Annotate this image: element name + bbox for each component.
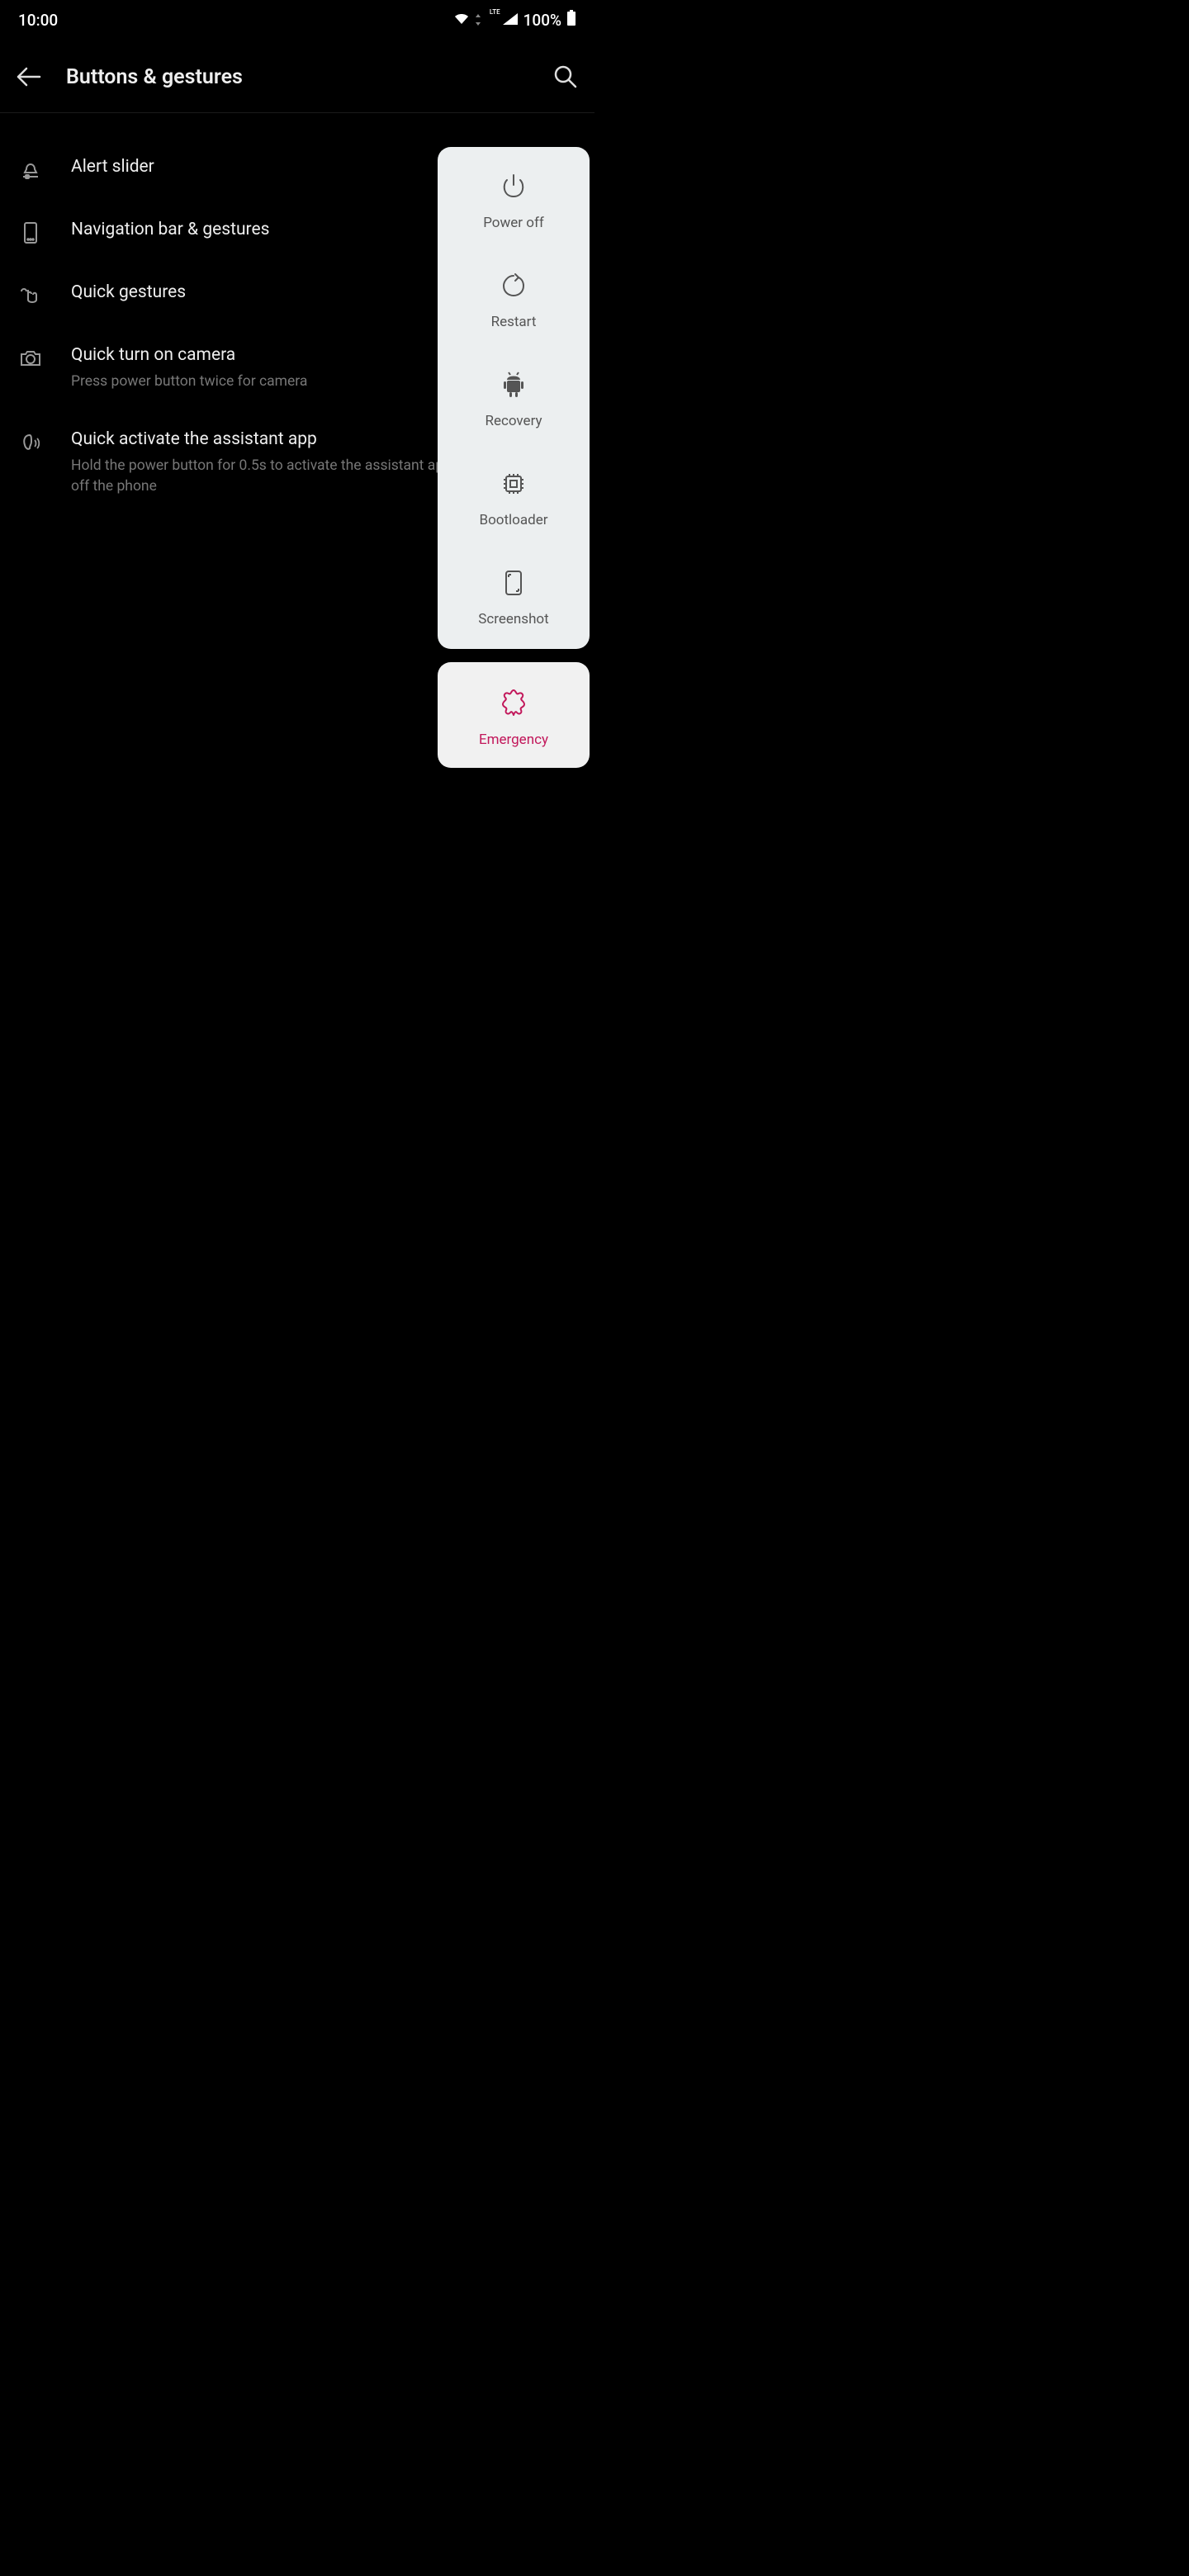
phone-nav-icon bbox=[17, 219, 45, 245]
back-button[interactable] bbox=[17, 67, 50, 87]
status-time: 10:00 bbox=[18, 11, 58, 30]
emergency-button[interactable]: Emergency bbox=[443, 687, 585, 748]
search-button[interactable] bbox=[553, 64, 578, 89]
page-header: Buttons & gestures bbox=[0, 40, 594, 113]
emergency-icon bbox=[498, 687, 529, 722]
power-label: Screenshot bbox=[478, 611, 548, 627]
chip-icon bbox=[499, 469, 528, 502]
assistant-voice-icon bbox=[17, 429, 45, 455]
cellular-icon bbox=[502, 11, 519, 30]
restart-icon bbox=[499, 271, 528, 304]
status-bar: 10:00 LTE 100% bbox=[0, 0, 594, 40]
wifi-icon bbox=[453, 11, 470, 30]
power-off-button[interactable]: Power off bbox=[443, 172, 585, 231]
power-label: Power off bbox=[483, 215, 544, 231]
android-icon bbox=[500, 370, 527, 403]
power-menu: Power off Restart bbox=[438, 147, 590, 768]
power-menu-panel: Power off Restart bbox=[438, 147, 590, 649]
bell-slider-icon bbox=[17, 156, 45, 182]
battery-text: 100% bbox=[523, 11, 561, 30]
screenshot-icon bbox=[501, 568, 526, 601]
emergency-panel: Emergency bbox=[438, 662, 590, 768]
recovery-button[interactable]: Recovery bbox=[443, 370, 585, 429]
battery-icon bbox=[566, 10, 576, 31]
restart-button[interactable]: Restart bbox=[443, 271, 585, 330]
camera-icon bbox=[17, 344, 45, 371]
power-label: Recovery bbox=[485, 413, 542, 429]
power-label: Restart bbox=[491, 314, 537, 330]
network-label: LTE bbox=[490, 8, 500, 16]
power-label: Emergency bbox=[479, 732, 548, 748]
gesture-swipe-icon bbox=[17, 282, 45, 308]
power-icon bbox=[499, 172, 528, 205]
power-label: Bootloader bbox=[480, 512, 548, 528]
bootloader-button[interactable]: Bootloader bbox=[443, 469, 585, 528]
screenshot-button[interactable]: Screenshot bbox=[443, 568, 585, 627]
status-right: LTE 100% bbox=[453, 10, 576, 31]
page-title: Buttons & gestures bbox=[66, 65, 243, 89]
data-arrows-icon bbox=[475, 14, 481, 26]
